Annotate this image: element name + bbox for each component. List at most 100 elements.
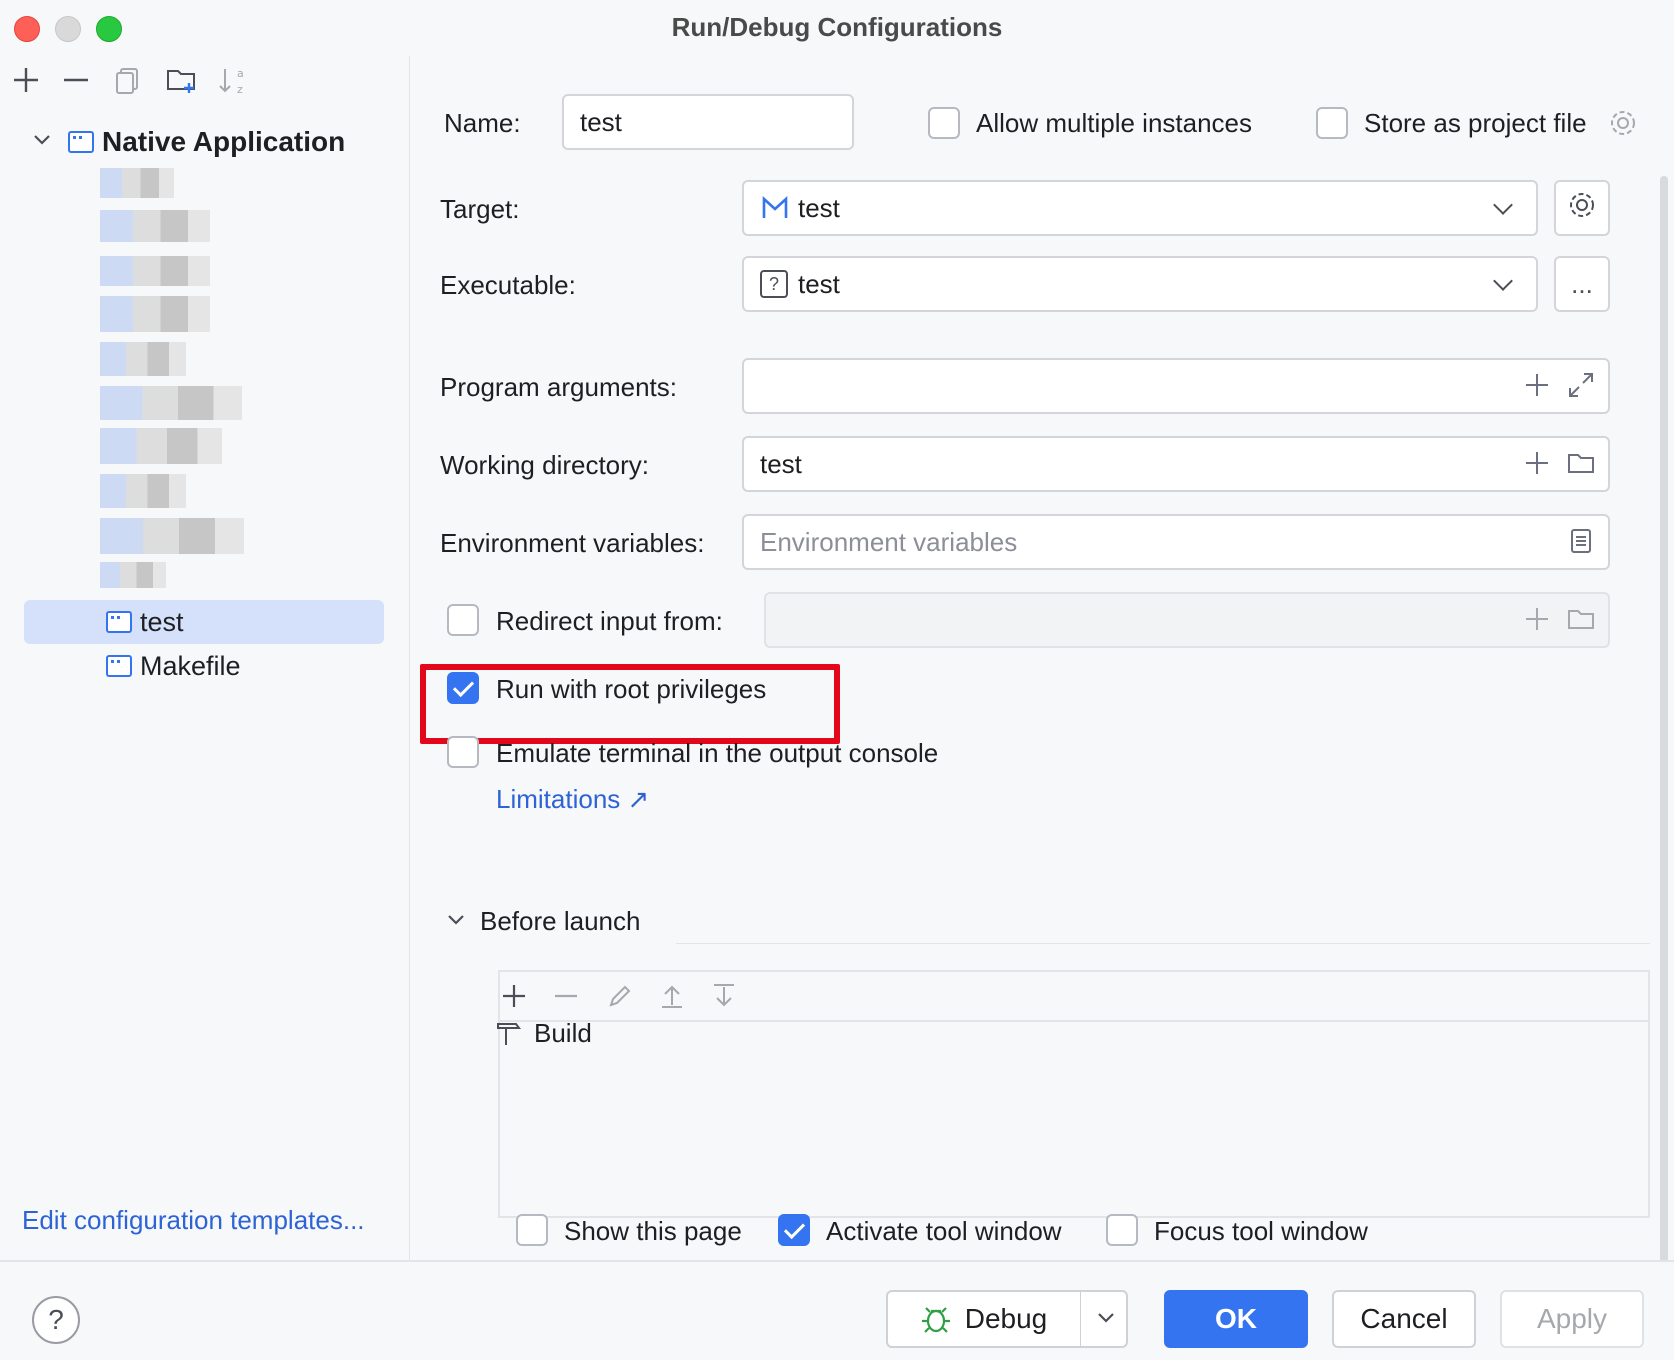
redacted-item — [100, 518, 244, 554]
chevron-down-icon[interactable] — [444, 908, 468, 932]
cancel-button[interactable]: Cancel — [1332, 1290, 1476, 1348]
cmake-target-icon — [760, 193, 790, 223]
add-macro-icon[interactable] — [1522, 448, 1552, 485]
executable-dropdown[interactable]: ? test — [742, 256, 1538, 312]
native-app-icon — [68, 131, 94, 153]
folder-icon[interactable] — [1566, 448, 1596, 485]
checkbox-box[interactable] — [778, 1214, 810, 1246]
allow-multiple-instances-checkbox[interactable] — [928, 107, 960, 139]
name-label: Name: — [444, 108, 521, 138]
move-down-icon[interactable] — [706, 978, 742, 1014]
add-icon[interactable] — [8, 62, 44, 98]
redacted-item — [100, 474, 186, 508]
redacted-item — [100, 296, 210, 332]
show-this-page-label: Show this page — [564, 1216, 742, 1246]
bug-icon — [919, 1302, 953, 1336]
redirect-input-label: Redirect input from: — [496, 606, 723, 636]
tree-root-native-application[interactable]: Native Application — [68, 126, 345, 158]
tree-item-test[interactable]: test — [24, 600, 384, 644]
scrollbar[interactable] — [1660, 176, 1668, 1276]
tree-item-label: test — [140, 606, 184, 637]
native-app-icon — [106, 655, 132, 677]
folder-icon[interactable] — [1566, 604, 1596, 641]
activate-tool-window-checkbox[interactable] — [778, 1214, 810, 1246]
environment-variables-label: Environment variables: — [440, 528, 705, 558]
svg-text:z: z — [237, 83, 243, 96]
checkbox-box[interactable] — [516, 1214, 548, 1246]
remove-icon[interactable] — [58, 62, 94, 98]
target-dropdown[interactable]: test — [742, 180, 1538, 236]
chevron-down-icon[interactable] — [30, 128, 54, 152]
program-arguments-input[interactable] — [742, 358, 1610, 414]
svg-text:a: a — [237, 67, 244, 80]
new-folder-icon[interactable] — [164, 62, 200, 98]
executable-value: test — [798, 268, 840, 299]
environment-variables-input[interactable]: Environment variables — [742, 514, 1610, 570]
redacted-item — [100, 256, 210, 286]
ok-button[interactable]: OK — [1164, 1290, 1308, 1348]
checkbox-box[interactable] — [447, 672, 479, 704]
emulate-terminal-label: Emulate terminal in the output console — [496, 738, 939, 768]
executable-label: Executable: — [440, 270, 576, 300]
redirect-input-checkbox[interactable] — [447, 604, 479, 636]
run-with-root-privileges-label: Run with root privileges — [496, 674, 767, 704]
working-directory-input[interactable]: test — [742, 436, 1610, 492]
target-label: Target: — [440, 194, 520, 224]
gear-icon — [1567, 190, 1597, 227]
gear-icon[interactable] — [1608, 108, 1638, 138]
redacted-item — [100, 210, 210, 242]
working-directory-value: test — [760, 448, 802, 479]
native-app-icon — [106, 611, 132, 633]
activate-tool-window-label: Activate tool window — [826, 1216, 1062, 1246]
run-with-root-privileges-checkbox[interactable] — [447, 672, 479, 704]
edit-configuration-templates-link[interactable]: Edit configuration templates... — [22, 1205, 365, 1236]
apply-button[interactable]: Apply — [1500, 1290, 1644, 1348]
target-value: test — [798, 192, 840, 223]
add-icon[interactable] — [496, 978, 532, 1014]
add-macro-icon[interactable] — [1522, 370, 1552, 407]
name-input[interactable]: test — [562, 94, 854, 150]
edit-list-icon[interactable] — [1566, 526, 1596, 563]
expand-icon[interactable] — [1566, 370, 1596, 407]
before-launch-task-build[interactable]: Build — [494, 1018, 592, 1049]
move-up-icon[interactable] — [654, 978, 690, 1014]
sort-icon[interactable]: az — [216, 62, 252, 98]
add-macro-icon[interactable] — [1522, 604, 1552, 641]
tree-item-makefile[interactable]: Makefile — [24, 644, 384, 688]
before-launch-title: Before launch — [480, 906, 641, 936]
redacted-item — [100, 386, 242, 420]
environment-variables-placeholder: Environment variables — [760, 526, 1018, 557]
debug-split-divider — [1080, 1292, 1081, 1346]
checkbox-box[interactable] — [447, 604, 479, 636]
working-directory-label: Working directory: — [440, 450, 650, 480]
redacted-item — [100, 342, 186, 376]
debug-dropdown-chevron-icon[interactable] — [1088, 1300, 1124, 1336]
redacted-item — [100, 562, 166, 588]
target-settings-button[interactable] — [1554, 180, 1610, 236]
edit-icon[interactable] — [602, 978, 638, 1014]
section-divider — [676, 943, 1650, 944]
checkbox-box[interactable] — [1316, 107, 1348, 139]
before-launch-task-label: Build — [534, 1018, 592, 1048]
store-as-project-file-label: Store as project file — [1364, 108, 1587, 138]
help-button[interactable]: ? — [32, 1296, 80, 1344]
redirect-input-field[interactable] — [764, 592, 1610, 648]
chevron-down-icon — [1493, 271, 1513, 291]
checkbox-box[interactable] — [447, 736, 479, 768]
limitations-link[interactable]: Limitations ↗ — [496, 784, 649, 815]
emulate-terminal-checkbox[interactable] — [447, 736, 479, 768]
chevron-down-icon — [1493, 195, 1513, 215]
remove-icon[interactable] — [548, 978, 584, 1014]
tree-item-label: Makefile — [140, 650, 241, 681]
window-title: Run/Debug Configurations — [671, 12, 1003, 42]
show-this-page-checkbox[interactable] — [516, 1214, 548, 1246]
executable-browse-button[interactable]: ... — [1554, 256, 1610, 312]
store-as-project-file-checkbox[interactable] — [1316, 107, 1348, 139]
redacted-item — [100, 428, 222, 464]
checkbox-box[interactable] — [1106, 1214, 1138, 1246]
redacted-item — [100, 168, 174, 198]
copy-icon[interactable] — [110, 62, 146, 98]
debug-label: Debug — [964, 1303, 1048, 1334]
checkbox-box[interactable] — [928, 107, 960, 139]
focus-tool-window-checkbox[interactable] — [1106, 1214, 1138, 1246]
